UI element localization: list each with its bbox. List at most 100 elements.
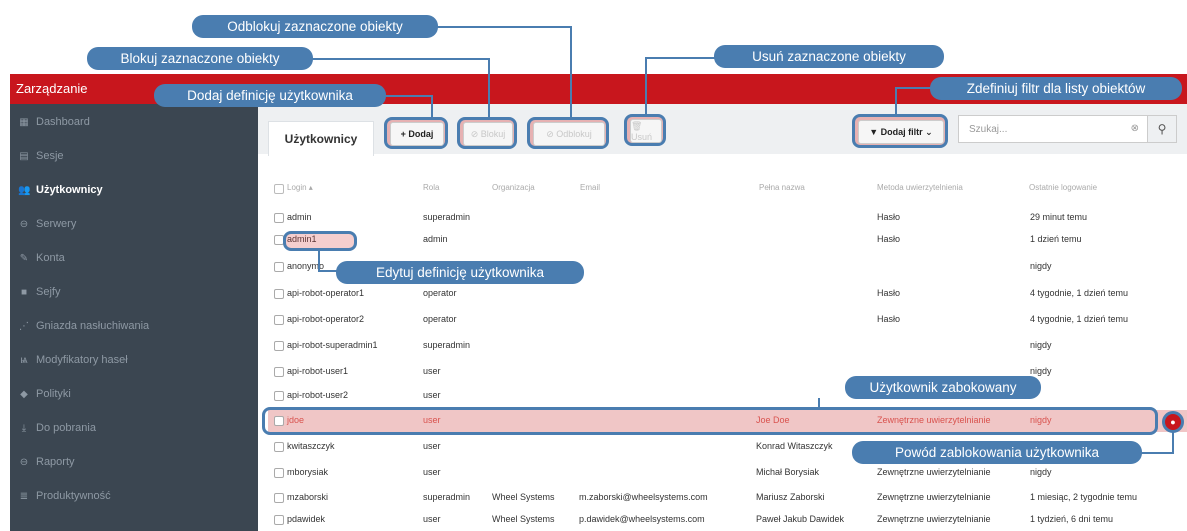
sidebar-item-label: Modyfikatory haseł bbox=[36, 354, 128, 366]
cell-last-login: nigdy bbox=[1030, 467, 1052, 477]
sidebar-item-reports[interactable]: ⊖ Raporty bbox=[10, 446, 258, 478]
blocked-row-highlight bbox=[262, 407, 1158, 435]
search-input[interactable] bbox=[967, 123, 1091, 136]
cell-last-login: 1 miesiąc, 2 tygodnie temu bbox=[1030, 492, 1138, 502]
row-checkbox[interactable] bbox=[274, 493, 284, 503]
cell-login[interactable]: mborysiak bbox=[287, 467, 328, 477]
row-checkbox[interactable] bbox=[274, 391, 284, 401]
cell-login[interactable]: api-robot-operator1 bbox=[287, 288, 364, 298]
sidebar-item-label: Konta bbox=[36, 252, 65, 264]
sidebar-item-users[interactable]: 👥 Użytkownicy bbox=[10, 174, 258, 206]
callout-edit: Edytuj definicję użytkownika bbox=[336, 261, 584, 284]
table-row[interactable]: api-robot-superadmin1 superadmin nigdy bbox=[268, 335, 1187, 357]
cell-auth: Hasło bbox=[877, 234, 901, 244]
cell-auth: Hasło bbox=[877, 288, 901, 298]
cell-login[interactable]: api-robot-user1 bbox=[287, 366, 348, 376]
connector-line bbox=[645, 57, 647, 115]
col-role[interactable]: Rola bbox=[423, 183, 439, 192]
col-full-name[interactable]: Pełna nazwa bbox=[759, 183, 805, 192]
table-row[interactable]: api-robot-operator1 operator Hasło 4 tygodn… bbox=[268, 283, 1187, 305]
connector-line bbox=[318, 250, 320, 272]
col-organization[interactable]: Organizacja bbox=[492, 183, 535, 192]
cell-last-login: 1 dzień temu bbox=[1030, 234, 1082, 244]
col-auth-method[interactable]: Metoda uwierzytelnienia bbox=[877, 183, 963, 192]
block-reason-icon[interactable]: ● bbox=[1162, 411, 1184, 433]
col-login[interactable]: Login ▴ bbox=[287, 183, 313, 192]
cell-last-login: 29 minut temu bbox=[1030, 212, 1088, 222]
table-row[interactable]: mzaborski superadmin Wheel Systems m.zabors… bbox=[268, 487, 1187, 509]
table-row[interactable]: admin1 admin Hasło 1 dzień temu bbox=[268, 229, 1187, 251]
sidebar-item-downloads[interactable]: ⤓ Do pobrania bbox=[10, 412, 258, 444]
table-row[interactable]: api-robot-user1 user nigdy bbox=[268, 361, 1187, 383]
row-checkbox[interactable] bbox=[274, 367, 284, 377]
sidebar-item-password-modifiers[interactable]: ѩ Modyfikatory haseł bbox=[10, 344, 258, 376]
cell-last-login: nigdy bbox=[1030, 340, 1052, 350]
account-icon: ✎ bbox=[19, 252, 29, 264]
row-checkbox[interactable] bbox=[274, 341, 284, 351]
add-filter-button[interactable]: ▼ Dodaj filtr ⌄ bbox=[858, 120, 944, 144]
search-button[interactable]: ⚲ bbox=[1148, 115, 1177, 143]
row-checkbox[interactable] bbox=[274, 515, 284, 525]
cell-role: user bbox=[423, 390, 441, 400]
sidebar-item-dashboard[interactable]: ▦ Dashboard bbox=[10, 106, 258, 138]
sidebar-item-servers[interactable]: ⊖ Serwery bbox=[10, 208, 258, 240]
cell-login[interactable]: pdawidek bbox=[287, 514, 325, 524]
sidebar-item-safes[interactable]: ■ Sejfy bbox=[10, 276, 258, 308]
callout-delete: Usuń zaznaczone obiekty bbox=[714, 45, 944, 68]
col-email[interactable]: Email bbox=[580, 183, 600, 192]
tab-users[interactable]: Użytkownicy bbox=[268, 121, 374, 156]
sidebar-item-policies[interactable]: ◆ Polityki bbox=[10, 378, 258, 410]
select-all-checkbox[interactable] bbox=[274, 184, 284, 194]
sidebar-item-label: Dashboard bbox=[36, 116, 90, 128]
table-row[interactable]: api-robot-operator2 operator Hasło 4 tygodn… bbox=[268, 309, 1187, 331]
edit-user-highlight bbox=[283, 231, 357, 251]
clear-search-icon[interactable]: ⊗ bbox=[1131, 123, 1139, 134]
sidebar-item-accounts[interactable]: ✎ Konta bbox=[10, 242, 258, 274]
row-checkbox[interactable] bbox=[274, 262, 284, 272]
sidebar-item-listeners[interactable]: ⋰ Gniazda nasłuchiwania bbox=[10, 310, 258, 342]
table-row[interactable]: admin superadmin Hasło 29 minut temu bbox=[268, 207, 1187, 229]
table-row[interactable]: pdawidek user Wheel Systems p.dawidek@wheel… bbox=[268, 509, 1187, 531]
block-button[interactable]: ⊘ Blokuj bbox=[463, 122, 513, 146]
add-button[interactable]: + Dodaj bbox=[390, 122, 444, 146]
table-row[interactable]: api-robot-user2 user bbox=[268, 385, 1187, 407]
cell-role: operator bbox=[423, 314, 457, 324]
table-row[interactable]: mborysiak user Michał Borysiak Zewnętrzne u… bbox=[268, 462, 1187, 484]
row-checkbox[interactable] bbox=[274, 213, 284, 223]
cell-organization: Wheel Systems bbox=[492, 514, 555, 524]
col-last-login[interactable]: Ostatnie logowanie bbox=[1029, 183, 1097, 192]
cell-login[interactable]: mzaborski bbox=[287, 492, 328, 502]
server-icon: ⊖ bbox=[19, 218, 29, 230]
callout-filter: Zdefiniuj filtr dla listy obiektów bbox=[930, 77, 1182, 100]
cell-login[interactable]: admin bbox=[287, 212, 312, 222]
unblock-button[interactable]: ⊘ Odblokuj bbox=[533, 122, 605, 146]
search-icon: ⚲ bbox=[1157, 122, 1167, 136]
cell-login[interactable]: api-robot-superadmin1 bbox=[287, 340, 378, 350]
connector-line bbox=[1140, 452, 1174, 454]
callout-block-reason: Powód zablokowania użytkownika bbox=[852, 441, 1142, 464]
cell-auth: Zewnętrzne uwierzytelnianie bbox=[877, 514, 991, 524]
cell-role: operator bbox=[423, 288, 457, 298]
cell-organization: Wheel Systems bbox=[492, 492, 555, 502]
cell-role: user bbox=[423, 366, 441, 376]
callout-unblock: Odblokuj zaznaczone obiekty bbox=[192, 15, 438, 38]
sidebar-item-label: Gniazda nasłuchiwania bbox=[36, 320, 150, 332]
cell-login[interactable]: api-robot-user2 bbox=[287, 390, 348, 400]
row-checkbox[interactable] bbox=[274, 289, 284, 299]
cell-full-name: Michał Borysiak bbox=[756, 467, 820, 477]
delete-button[interactable]: 🗑 Usuń bbox=[630, 119, 662, 143]
callout-block: Blokuj zaznaczone obiekty bbox=[87, 47, 313, 70]
sidebar-item-label: Użytkownicy bbox=[36, 184, 103, 196]
search-box: ⊗ bbox=[958, 115, 1148, 143]
row-checkbox[interactable] bbox=[274, 442, 284, 452]
cell-login[interactable]: kwitaszczyk bbox=[287, 441, 335, 451]
cell-auth: Zewnętrzne uwierzytelnianie bbox=[877, 467, 991, 477]
cell-login[interactable]: api-robot-operator2 bbox=[287, 314, 364, 324]
sidebar-item-productivity[interactable]: ≣ Produktywność bbox=[10, 480, 258, 512]
row-checkbox[interactable] bbox=[274, 468, 284, 478]
row-checkbox[interactable] bbox=[274, 315, 284, 325]
cell-full-name: Konrad Witaszczyk bbox=[756, 441, 833, 451]
sidebar-item-sessions[interactable]: ▤ Sesje bbox=[10, 140, 258, 172]
connector-line bbox=[488, 58, 490, 118]
cell-last-login: 1 tydzień, 6 dni temu bbox=[1030, 514, 1114, 524]
